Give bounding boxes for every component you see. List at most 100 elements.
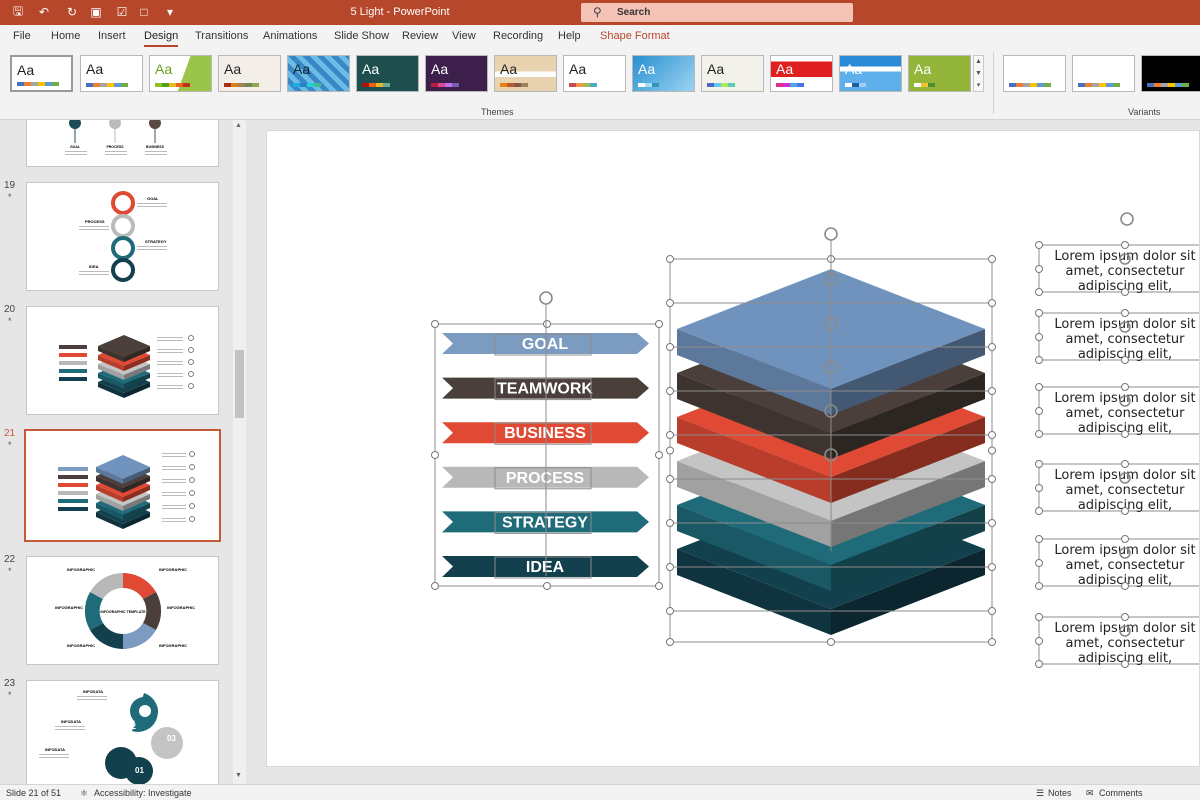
themes-gallery-scroll[interactable]: ▲ ▼ ▾ bbox=[973, 55, 984, 92]
slide-thumbnail-23[interactable]: 02 03 01 INFODATA INFODATA INFODATA bbox=[26, 680, 219, 784]
lorem-line: amet, consectetur bbox=[1065, 636, 1185, 651]
resize-handle bbox=[988, 607, 996, 615]
banner-label: BUSINESS bbox=[504, 425, 586, 442]
lorem-line: amet, consectetur bbox=[1065, 558, 1185, 573]
tab-help[interactable]: Help bbox=[558, 30, 581, 42]
resize-handle bbox=[1035, 333, 1043, 341]
scroll-thumb[interactable] bbox=[235, 350, 244, 418]
scroll-up-icon[interactable]: ▲ bbox=[235, 122, 242, 129]
comments-icon[interactable]: ✉ bbox=[1086, 788, 1094, 799]
resize-handle bbox=[1035, 460, 1043, 468]
theme-ion[interactable]: Aa bbox=[287, 55, 350, 92]
resize-handle bbox=[1121, 383, 1129, 391]
lorem-line: Lorem ipsum dolor sit bbox=[1054, 317, 1195, 332]
resize-handle bbox=[1035, 613, 1043, 621]
slide-thumbnail-18[interactable]: GOAL PROCESS BUSINESS bbox=[26, 120, 219, 167]
theme-badge[interactable]: Aa bbox=[770, 55, 833, 92]
tab-review[interactable]: Review bbox=[402, 30, 438, 42]
lorem-textbox-5[interactable]: Lorem ipsum dolor sitamet, consecteturad… bbox=[1035, 535, 1200, 590]
resize-handle bbox=[666, 638, 674, 646]
theme-slice[interactable]: Aa bbox=[563, 55, 626, 92]
tab-view[interactable]: View bbox=[452, 30, 476, 42]
thumb-20-content bbox=[59, 335, 194, 398]
resize-handle bbox=[827, 638, 835, 646]
notes-button[interactable]: Notes bbox=[1048, 788, 1072, 798]
lorem-textbox-6[interactable]: Lorem ipsum dolor sitamet, consecteturad… bbox=[1035, 613, 1200, 668]
svg-text:GOAL: GOAL bbox=[70, 145, 81, 149]
lorem-textbox-3[interactable]: Lorem ipsum dolor sitamet, consecteturad… bbox=[1035, 383, 1200, 438]
rotate-handle-icon bbox=[539, 291, 553, 305]
animation-star-icon: * bbox=[8, 316, 12, 326]
slide-thumbnail-19[interactable]: GOAL PROCESS STRATEGY IDEA bbox=[26, 182, 219, 291]
search-icon: ⚲ bbox=[593, 5, 602, 19]
theme-wisp[interactable]: Aa bbox=[632, 55, 695, 92]
resize-handle bbox=[1121, 288, 1129, 296]
slide-thumbnail-21[interactable] bbox=[24, 429, 221, 542]
scroll-down-icon[interactable]: ▼ bbox=[235, 772, 242, 779]
search-box[interactable]: ⚲ Search bbox=[581, 3, 853, 22]
tab-recording[interactable]: Recording bbox=[493, 30, 543, 42]
theme-facet[interactable]: Aa bbox=[149, 55, 212, 92]
theme-retrospect[interactable]: Aa bbox=[494, 55, 557, 92]
tab-design[interactable]: Design bbox=[144, 30, 179, 47]
accessibility-status[interactable]: Accessibility: Investigate bbox=[94, 788, 192, 798]
svg-text:02: 02 bbox=[127, 722, 136, 731]
svg-text:GOAL: GOAL bbox=[147, 196, 159, 201]
thumbnails-scrollbar[interactable]: ▲ ▼ bbox=[233, 120, 246, 784]
svg-text:INFOGRAPHIC: INFOGRAPHIC bbox=[67, 643, 95, 648]
variant-3[interactable] bbox=[1141, 55, 1200, 92]
resize-handle bbox=[988, 299, 996, 307]
slide-counter: Slide 21 of 51 bbox=[6, 788, 62, 798]
lorem-textbox-1[interactable]: Lorem ipsum dolor sitamet, consecteturad… bbox=[1035, 241, 1200, 296]
thumb-22-content: INFOGRAPHIC TEMPLATE INFOGRAPHIC INFOGRA… bbox=[55, 567, 195, 650]
theme-office-2[interactable]: Aa bbox=[80, 55, 143, 92]
lorem-text-group[interactable]: Lorem ipsum dolor sitamet, consecteturad… bbox=[1035, 241, 1200, 668]
theme-circuit[interactable]: Aa bbox=[908, 55, 971, 92]
resize-handle bbox=[666, 519, 674, 527]
theme-office[interactable]: Aa bbox=[10, 55, 73, 92]
resize-handle bbox=[1035, 559, 1043, 567]
resize-handle bbox=[988, 255, 996, 263]
slide-21-content: GOALTEAMWORKBUSINESSPROCESSSTRATEGYIDEA … bbox=[431, 212, 1200, 668]
resize-handle bbox=[543, 582, 551, 590]
resize-handle bbox=[1121, 507, 1129, 515]
resize-handle bbox=[988, 563, 996, 571]
variant-1[interactable] bbox=[1003, 55, 1066, 92]
title-bar: 🖫 ↶ ↻ ▣ ☑ □ ▾ 5 Light - PowerPoint ⚲ Sea… bbox=[0, 0, 1200, 25]
slide-thumbnail-22[interactable]: INFOGRAPHIC TEMPLATE INFOGRAPHIC INFOGRA… bbox=[26, 556, 219, 665]
tab-home[interactable]: Home bbox=[51, 30, 80, 42]
svg-text:IDEA: IDEA bbox=[89, 264, 99, 269]
tab-slide-show[interactable]: Slide Show bbox=[334, 30, 389, 42]
tab-transitions[interactable]: Transitions bbox=[195, 30, 248, 42]
slide-thumbnails-pane: GOAL PROCESS BUSINESS 19 * GOAL PROCESS … bbox=[0, 120, 248, 784]
lorem-textbox-2[interactable]: Lorem ipsum dolor sitamet, consecteturad… bbox=[1035, 309, 1200, 364]
notes-icon[interactable]: ☰ bbox=[1036, 788, 1044, 799]
theme-berlin[interactable]: Aa bbox=[839, 55, 902, 92]
rotate-handle-icon bbox=[1120, 212, 1134, 226]
resize-handle bbox=[666, 387, 674, 395]
slide-thumbnail-20[interactable] bbox=[26, 306, 219, 415]
theme-organic[interactable]: Aa bbox=[425, 55, 488, 92]
resize-handle bbox=[1035, 535, 1043, 543]
comments-button[interactable]: Comments bbox=[1099, 788, 1143, 798]
accessibility-icon[interactable]: ⚛ bbox=[80, 788, 88, 799]
tab-animations[interactable]: Animations bbox=[263, 30, 317, 42]
svg-text:INFOGRAPHIC: INFOGRAPHIC bbox=[159, 567, 187, 572]
resize-handle bbox=[431, 582, 439, 590]
tab-insert[interactable]: Insert bbox=[98, 30, 126, 42]
resize-handle bbox=[1035, 507, 1043, 515]
lorem-textbox-4[interactable]: Lorem ipsum dolor sitamet, consecteturad… bbox=[1035, 460, 1200, 515]
resize-handle bbox=[1035, 356, 1043, 364]
theme-ion-boardroom[interactable]: Aa bbox=[356, 55, 419, 92]
tab-file[interactable]: File bbox=[13, 30, 31, 42]
status-bar: Slide 21 of 51 ⚛ Accessibility: Investig… bbox=[0, 784, 1200, 800]
resize-handle bbox=[1035, 484, 1043, 492]
variant-2[interactable] bbox=[1072, 55, 1135, 92]
theme-integral[interactable]: Aa bbox=[218, 55, 281, 92]
tab-shape-format[interactable]: Shape Format bbox=[600, 30, 670, 42]
resize-handle bbox=[666, 563, 674, 571]
theme-dividend[interactable]: Aa bbox=[701, 55, 764, 92]
animation-star-icon: * bbox=[8, 566, 12, 576]
resize-handle bbox=[1035, 241, 1043, 249]
slide-canvas[interactable]: GOAL TEAMWORK BUSINESS PROCESS STRATEGY IDEA … bbox=[266, 130, 1200, 767]
